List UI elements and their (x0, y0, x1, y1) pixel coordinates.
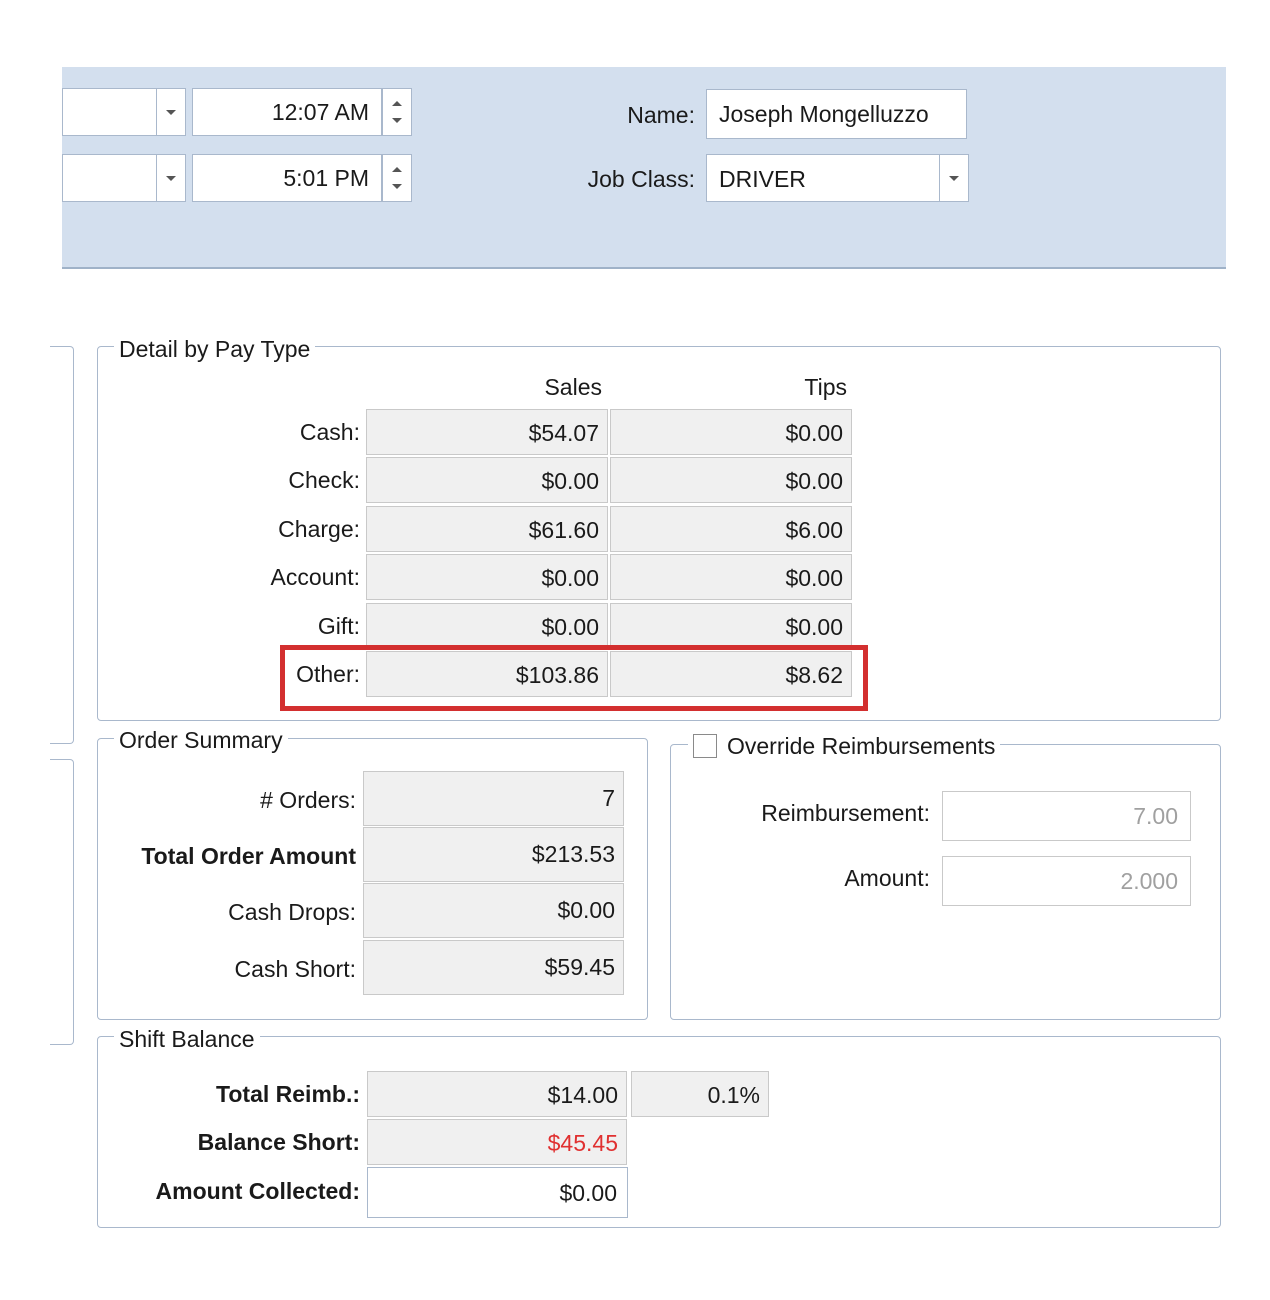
start-date-dropdown-button[interactable] (156, 88, 186, 136)
order-summary-value-field: 7 (363, 771, 624, 826)
name-label: Name: (627, 102, 695, 128)
amount-label: Amount: (844, 865, 930, 891)
order-summary-row-label: Cash Drops: (228, 899, 356, 925)
pay-type-row-label: Cash: (299, 419, 360, 445)
amount-collected-label: Amount Collected: (155, 1178, 360, 1204)
order-summary-value-field: $0.00 (363, 883, 624, 938)
pay-type-sales-field: $54.07 (366, 409, 608, 455)
pay-type-legend: Detail by Pay Type (114, 336, 316, 362)
start-date-combo[interactable] (62, 88, 157, 136)
balance-short-label: Balance Short: (197, 1129, 360, 1155)
chevron-down-icon (949, 175, 959, 181)
pay-type-tips-field: $0.00 (610, 409, 852, 455)
spin-down-icon[interactable] (392, 118, 402, 123)
job-class-dropdown-button[interactable] (939, 154, 969, 202)
spin-up-icon[interactable] (392, 167, 402, 172)
reimbursement-label: Reimbursement: (761, 800, 930, 826)
name-field[interactable]: Joseph Mongelluzzo (706, 89, 967, 139)
pay-type-row-label: Charge: (278, 516, 360, 542)
pay-type-row-label: Account: (270, 564, 361, 590)
amount-field[interactable]: 2.000 (942, 856, 1191, 906)
pay-type-tips-field: $0.00 (610, 603, 852, 649)
end-time-spinner[interactable] (382, 154, 412, 202)
pay-type-sales-field: $0.00 (366, 457, 608, 503)
pay-type-sales-field: $0.00 (366, 603, 608, 649)
balance-short-field: $45.45 (367, 1119, 627, 1165)
shift-balance-legend: Shift Balance (114, 1026, 260, 1052)
total-reimb-field: $14.00 (367, 1071, 627, 1117)
start-time-spinner[interactable] (382, 88, 412, 136)
job-class-select[interactable]: DRIVER (706, 154, 940, 202)
override-checkbox[interactable] (693, 734, 717, 758)
job-class-label: Job Class: (587, 166, 695, 192)
total-reimb-percent: 0.1% (631, 1071, 769, 1117)
sales-column-header: Sales (544, 374, 602, 400)
pay-type-tips-field: $0.00 (610, 554, 852, 600)
tips-column-header: Tips (804, 374, 847, 400)
highlight-box (280, 645, 868, 711)
left-group-border (50, 346, 74, 744)
order-summary-row-label: Cash Short: (234, 956, 356, 982)
end-date-dropdown-button[interactable] (156, 154, 186, 202)
order-summary-row-label: # Orders: (260, 787, 356, 813)
total-reimb-label: Total Reimb.: (216, 1081, 360, 1107)
override-label[interactable]: Override Reimbursements (727, 733, 995, 759)
pay-type-row-label: Check: (288, 467, 360, 493)
pay-type-sales-field: $61.60 (366, 506, 608, 552)
order-summary-legend: Order Summary (114, 727, 288, 753)
reimbursement-field[interactable]: 7.00 (942, 791, 1191, 841)
pay-type-tips-field: $0.00 (610, 457, 852, 503)
start-time-input[interactable]: 12:07 AM (192, 88, 382, 136)
pay-type-row-label: Gift: (317, 613, 360, 639)
spin-up-icon[interactable] (392, 101, 402, 106)
end-time-input[interactable]: 5:01 PM (192, 154, 382, 202)
pay-type-tips-field: $6.00 (610, 506, 852, 552)
order-summary-row-label: Total Order Amount (141, 843, 356, 869)
order-summary-value-field: $213.53 (363, 827, 624, 882)
left-group-border (50, 759, 74, 1045)
override-legend: Override Reimbursements (688, 733, 1001, 759)
end-date-combo[interactable] (62, 154, 157, 202)
chevron-down-icon (166, 109, 176, 115)
pay-type-sales-field: $0.00 (366, 554, 608, 600)
order-summary-value-field: $59.45 (363, 940, 624, 995)
amount-collected-input[interactable]: $0.00 (367, 1167, 628, 1218)
chevron-down-icon (166, 175, 176, 181)
spin-down-icon[interactable] (392, 184, 402, 189)
